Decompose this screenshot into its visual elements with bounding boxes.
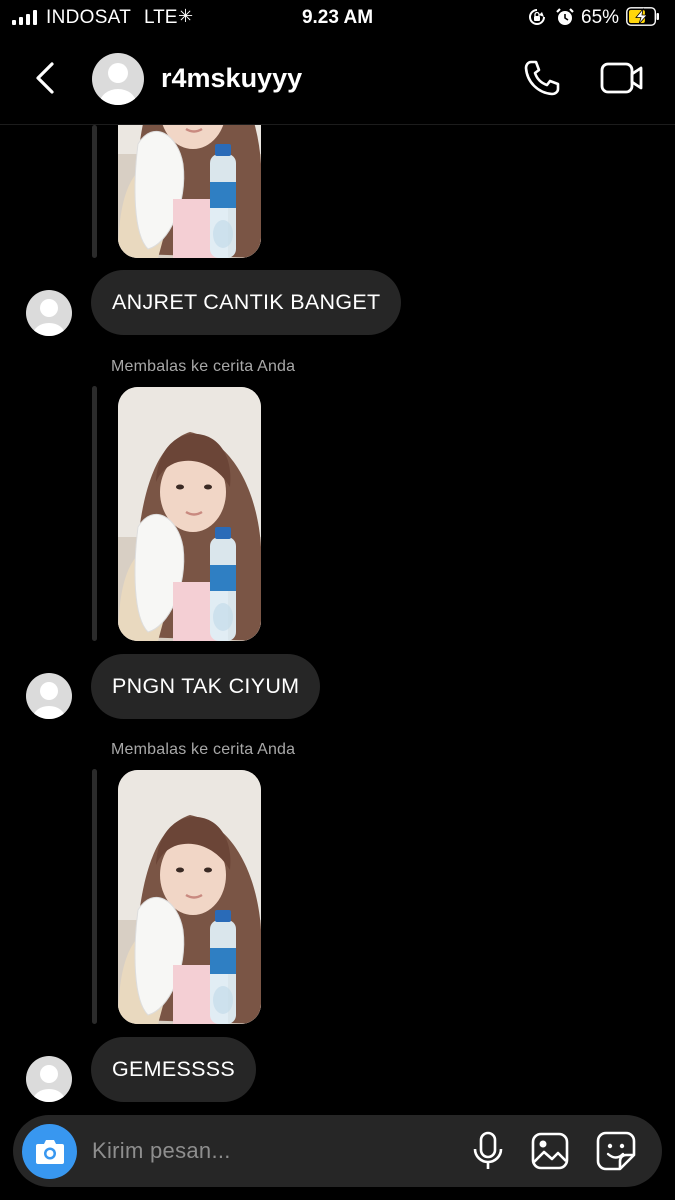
- back-arrow-icon[interactable]: [30, 58, 60, 98]
- chat-header: r4mskuyyy: [0, 36, 675, 125]
- message-bubble[interactable]: GEMESSSS: [91, 1037, 257, 1102]
- message-bubble[interactable]: ANJRET CANTIK BANGET: [91, 270, 402, 335]
- reply-indicator-line: [92, 386, 97, 641]
- status-bar: INDOSAT LTE ✳ 9.23 AM 65%: [0, 0, 675, 36]
- message-input[interactable]: Kirim pesan...: [92, 1138, 231, 1164]
- message-thread[interactable]: ANJRET CANTIK BANGET Membalas ke cerita …: [0, 125, 675, 1110]
- battery-icon: [626, 7, 659, 26]
- battery-percent: 65%: [581, 7, 620, 28]
- story-thumbnail[interactable]: [118, 125, 261, 258]
- story-photo: [118, 770, 261, 1024]
- reply-context-label: Membalas ke cerita Anda: [111, 358, 296, 375]
- reply-context-label: Membalas ke cerita Anda: [111, 741, 296, 758]
- reply-indicator-line: [92, 769, 97, 1024]
- sender-avatar[interactable]: [26, 290, 72, 336]
- story-photo: [118, 125, 261, 258]
- gallery-icon[interactable]: [531, 1132, 569, 1170]
- sticker-icon[interactable]: [596, 1131, 636, 1171]
- story-thumbnail[interactable]: [118, 387, 261, 641]
- story-thumbnail[interactable]: [118, 770, 261, 1024]
- alarm-icon: [556, 8, 574, 25]
- phone-icon[interactable]: [522, 58, 562, 98]
- rotation-lock-icon: [529, 9, 545, 25]
- camera-button[interactable]: [22, 1124, 77, 1179]
- video-camera-icon[interactable]: [600, 60, 644, 96]
- contact-username[interactable]: r4mskuyyy: [161, 63, 302, 94]
- reply-indicator-line: [92, 125, 97, 258]
- message-bubble[interactable]: PNGN TAK CIYUM: [91, 654, 321, 719]
- contact-avatar[interactable]: [92, 53, 144, 105]
- message-composer: Kirim pesan...: [13, 1115, 662, 1187]
- sender-avatar[interactable]: [26, 673, 72, 719]
- camera-icon: [36, 1140, 64, 1164]
- sender-avatar[interactable]: [26, 1056, 72, 1102]
- story-photo: [118, 387, 261, 641]
- microphone-icon[interactable]: [472, 1131, 504, 1171]
